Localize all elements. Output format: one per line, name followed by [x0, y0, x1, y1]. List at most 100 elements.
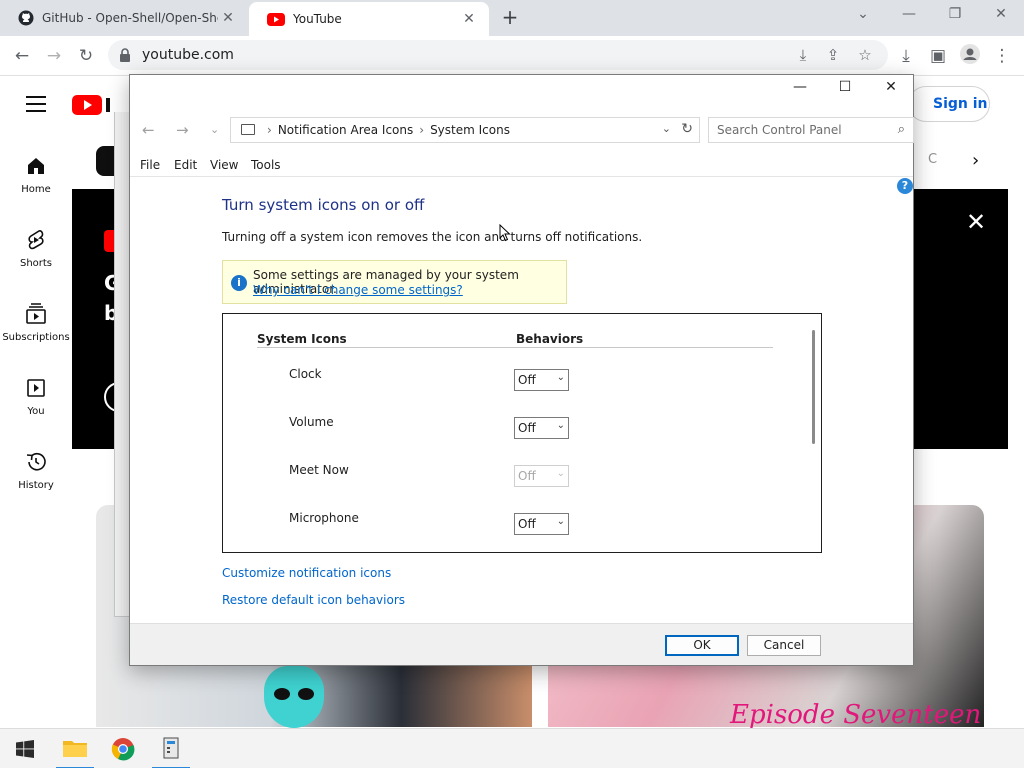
chevron-right-icon[interactable]: ›: [972, 150, 979, 171]
url-text: youtube.com: [142, 47, 234, 63]
browser-tabstrip: GitHub - Open-Shell/Open-Shell ✕ YouTube…: [0, 0, 1024, 36]
close-tab-icon[interactable]: ✕: [459, 11, 479, 27]
row-label-meet-now: Meet Now: [289, 463, 349, 477]
forward-icon[interactable]: →: [176, 121, 189, 139]
chevron-down-icon: ⌄: [556, 372, 565, 383]
yt-nav-you[interactable]: You: [0, 376, 72, 417]
tab-search-icon[interactable]: ⌄: [840, 0, 886, 30]
taskbar-file-explorer[interactable]: [52, 729, 98, 768]
address-bar[interactable]: youtube.com ⤓ ⇪ ☆: [108, 40, 888, 70]
admin-info-link[interactable]: Why can't I change some settings?: [253, 283, 463, 297]
lock-icon: [120, 48, 130, 62]
shorts-icon: [28, 230, 44, 250]
tab-github[interactable]: GitHub - Open-Shell/Open-Shell ✕: [0, 0, 248, 36]
col-header-system-icons: System Icons: [257, 332, 347, 346]
yt-nav-subscriptions[interactable]: Subscriptions: [0, 302, 72, 343]
side-panel-icon[interactable]: ▣: [926, 44, 950, 68]
info-icon: i: [231, 275, 247, 291]
yt-nav-shorts[interactable]: Shorts: [0, 228, 72, 269]
chevron-down-icon[interactable]: ⌄: [662, 122, 671, 135]
ok-button[interactable]: OK: [665, 635, 739, 656]
row-label-microphone: Microphone: [289, 511, 359, 525]
cp-dialog-footer: OK Cancel: [130, 623, 913, 665]
col-header-behaviors: Behaviors: [516, 332, 584, 346]
windows-taskbar: [0, 728, 1024, 768]
page-description: Turning off a system icon removes the ic…: [222, 230, 643, 244]
search-icon: ⌕: [897, 122, 905, 137]
restore-default-behaviors-link[interactable]: Restore default icon behaviors: [222, 593, 405, 607]
yt-chip-partial[interactable]: C: [928, 152, 937, 167]
subscriptions-icon: [26, 303, 46, 324]
help-icon[interactable]: ?: [897, 178, 913, 194]
yt-nav-label: You: [27, 406, 45, 417]
restore-icon[interactable]: ❐: [932, 0, 978, 30]
microphone-behavior-select[interactable]: Off ⌄: [514, 513, 569, 535]
new-tab-button[interactable]: +: [498, 6, 522, 30]
bookmark-star-icon[interactable]: ☆: [854, 44, 876, 66]
github-icon: [18, 10, 34, 26]
breadcrumb-item[interactable]: Notification Area Icons: [278, 123, 413, 137]
more-menu-icon[interactable]: ⋮: [990, 44, 1014, 68]
refresh-icon[interactable]: ↻: [681, 121, 693, 137]
volume-behavior-select[interactable]: Off ⌄: [514, 417, 569, 439]
downloads-icon[interactable]: ⤓: [894, 44, 918, 68]
yt-sign-in-button[interactable]: Sign in: [908, 86, 990, 122]
maximize-icon[interactable]: ☐: [830, 79, 860, 95]
home-icon: [28, 158, 44, 174]
chevron-down-icon: ⌄: [556, 468, 565, 479]
taskbar-chrome[interactable]: [100, 729, 146, 768]
reload-icon[interactable]: ↻: [74, 44, 98, 68]
cp-address-bar[interactable]: › Notification Area Icons › System Icons ⌄ …: [230, 117, 700, 143]
tab-title: YouTube: [293, 12, 342, 26]
cp-titlebar[interactable]: — ☐ ✕: [130, 75, 913, 105]
menu-tools[interactable]: Tools: [251, 158, 281, 172]
customize-notification-icons-link[interactable]: Customize notification icons: [222, 566, 391, 580]
menu-view[interactable]: View: [210, 158, 238, 172]
table-scrollbar[interactable]: [812, 330, 815, 444]
page-title: Turn system icons on or off: [222, 196, 425, 214]
row-label-clock: Clock: [289, 367, 322, 381]
back-icon[interactable]: ←: [142, 121, 155, 139]
breadcrumb-item[interactable]: System Icons: [430, 123, 510, 137]
profile-avatar-icon[interactable]: [958, 44, 982, 68]
tab-title: GitHub - Open-Shell/Open-Shell: [42, 11, 218, 25]
cp-search-input[interactable]: Search Control Panel ⌕: [708, 117, 914, 143]
recent-locations-icon[interactable]: ⌄: [210, 123, 219, 136]
back-icon[interactable]: ←: [10, 44, 34, 68]
browser-toolbar: ← → ↻ youtube.com ⤓ ⇪ ☆ ⤓ ▣ ⋮: [0, 36, 1024, 76]
chevron-down-icon: ⌄: [556, 420, 565, 431]
menu-edit[interactable]: Edit: [174, 158, 197, 172]
close-tab-icon[interactable]: ✕: [218, 10, 238, 26]
browser-window-controls: ⌄ — ❐ ✕: [840, 0, 1024, 30]
yt-nav-home[interactable]: Home: [0, 154, 72, 195]
close-window-icon[interactable]: ✕: [876, 79, 906, 95]
header-divider: [257, 347, 773, 348]
share-icon[interactable]: ⇪: [822, 44, 844, 66]
close-banner-icon[interactable]: ✕: [966, 208, 986, 236]
tab-youtube[interactable]: YouTube ✕: [249, 2, 489, 36]
cp-address-row: ← → ⌄ › Notification Area Icons › System Ic…: [130, 115, 914, 145]
chevron-down-icon: ⌄: [556, 516, 565, 527]
admin-info-banner: i Some settings are managed by your syst…: [222, 260, 567, 304]
cp-menubar: File Edit View Tools: [130, 155, 913, 177]
install-app-icon[interactable]: ⤓: [792, 44, 814, 66]
thumbnail-caption: Episode Seventeen: [730, 700, 982, 730]
clock-behavior-select[interactable]: Off ⌄: [514, 369, 569, 391]
yt-nav-history[interactable]: History: [0, 450, 72, 491]
cancel-button[interactable]: Cancel: [747, 635, 821, 656]
minimize-icon[interactable]: —: [785, 79, 815, 95]
folder-icon: [63, 741, 87, 757]
yt-nav-label: Shorts: [19, 258, 53, 269]
menu-file[interactable]: File: [140, 158, 160, 172]
control-panel-icon: [163, 737, 179, 759]
start-button[interactable]: [2, 729, 48, 768]
search-placeholder: Search Control Panel: [717, 123, 842, 137]
hamburger-menu-icon[interactable]: [26, 96, 46, 112]
forward-icon[interactable]: →: [42, 44, 66, 68]
close-window-icon[interactable]: ✕: [978, 0, 1024, 30]
taskbar-control-panel[interactable]: [148, 729, 194, 768]
minimize-icon[interactable]: —: [886, 0, 932, 30]
you-icon: [27, 379, 45, 397]
meet-now-behavior-select: Off ⌄: [514, 465, 569, 487]
history-icon: [26, 452, 46, 471]
